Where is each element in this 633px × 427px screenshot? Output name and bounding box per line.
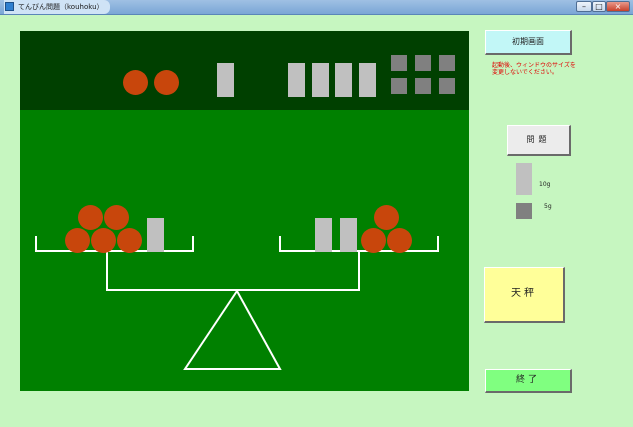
close-button[interactable]: × — [606, 1, 630, 12]
resize-warning-text: 起動後、ウィンドウのサイズを変更しないでください。 — [492, 62, 576, 76]
initial-screen-button[interactable]: 初期画面 — [485, 30, 572, 55]
legend-weight-5g — [516, 203, 532, 219]
right-pan-line — [279, 236, 439, 252]
right-pan-ball[interactable] — [374, 205, 399, 230]
right-pan-weight-10g[interactable] — [340, 218, 357, 252]
balance-scene — [20, 31, 469, 391]
left-pan-ball[interactable] — [65, 228, 90, 253]
left-pan-ball[interactable] — [91, 228, 116, 253]
weigh-button[interactable]: 天秤 — [484, 267, 565, 323]
left-pan-ball[interactable] — [117, 228, 142, 253]
app-icon — [5, 2, 14, 11]
title-bar[interactable]: てんびん問題（kouhoku） – □ × — [0, 0, 633, 15]
fulcrum — [183, 289, 282, 370]
legend-10g-label: 10g — [539, 181, 551, 188]
left-pan-weight-10g[interactable] — [147, 218, 164, 252]
window-title: てんびん問題（kouhoku） — [4, 0, 110, 14]
left-pan-ball[interactable] — [78, 205, 103, 230]
minimize-button[interactable]: – — [576, 1, 592, 12]
right-pan-ball[interactable] — [387, 228, 412, 253]
legend-weight-10g — [516, 163, 532, 195]
right-pan-weight-10g[interactable] — [315, 218, 332, 252]
legend-5g-label: 5g — [544, 203, 552, 210]
left-pan-ball[interactable] — [104, 205, 129, 230]
maximize-button[interactable]: □ — [592, 1, 606, 12]
exit-button[interactable]: 終了 — [485, 369, 572, 393]
right-pan-ball[interactable] — [361, 228, 386, 253]
balance-beam — [106, 251, 360, 291]
problem-button[interactable]: 問題 — [507, 125, 571, 156]
